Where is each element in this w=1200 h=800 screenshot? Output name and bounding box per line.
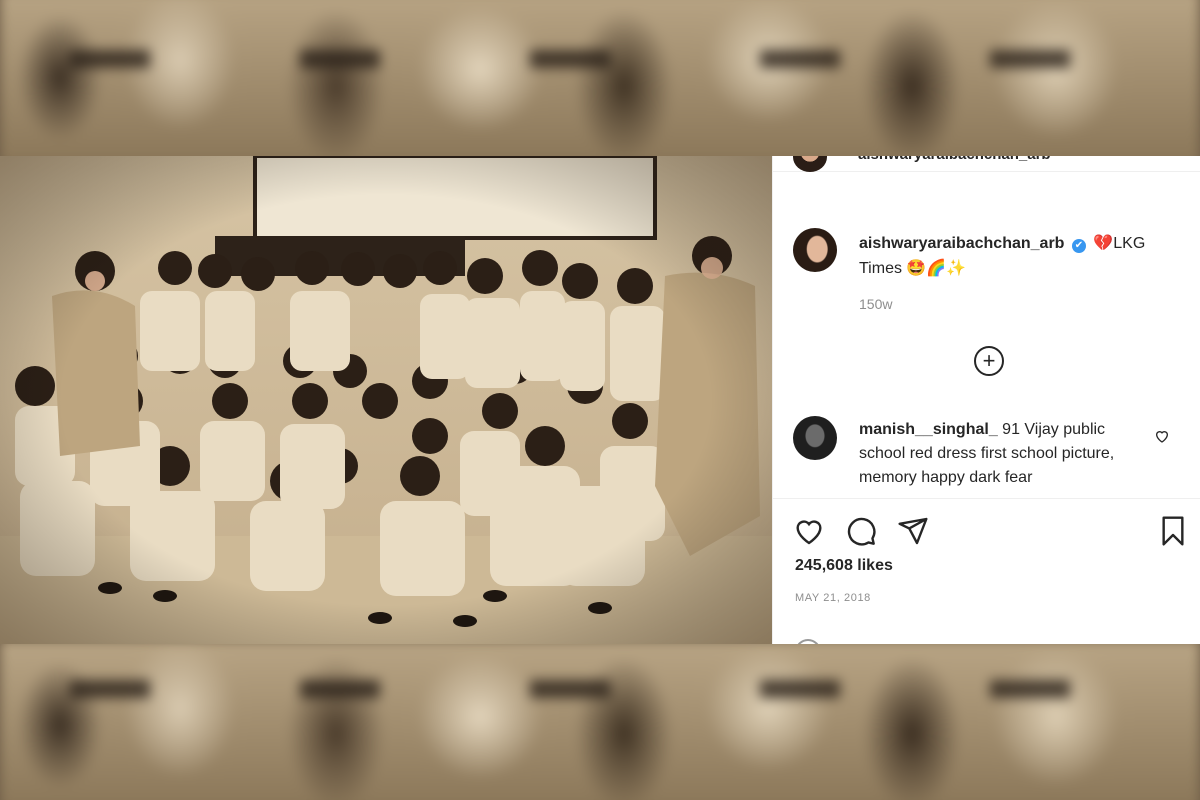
comment-icon[interactable] (845, 515, 877, 547)
add-comment-icon[interactable] (795, 639, 821, 644)
commenter-avatar[interactable] (793, 416, 837, 460)
likes-count[interactable]: 245,608 likes (795, 557, 893, 575)
comment: manish__singhal_ 91 Vijay public school … (859, 418, 1134, 486)
share-icon[interactable] (897, 515, 929, 547)
post-photo[interactable] (0, 156, 772, 644)
bookmark-icon[interactable] (1157, 515, 1189, 547)
author-avatar[interactable] (793, 156, 827, 172)
verified-badge-icon: ✔ (1071, 239, 1086, 253)
post-date: MAY 21, 2018 (795, 592, 871, 604)
class-group-photo (0, 156, 772, 644)
caption-time-ago: 150w (859, 296, 893, 312)
caption-author-avatar[interactable] (793, 228, 837, 272)
author-handle[interactable]: aishwaryaraibachchan_arb (858, 156, 1051, 163)
post-side-panel: aishwaryaraibachchan_arb aishwaryaraibac… (772, 156, 1200, 644)
post-header: aishwaryaraibachchan_arb (773, 156, 1200, 172)
instagram-post-card: aishwaryaraibachchan_arb aishwaryaraibac… (0, 156, 1200, 644)
load-more-comments-button[interactable]: + (974, 346, 1004, 376)
comment-username[interactable]: manish__singhal_ (859, 421, 998, 438)
plus-circle-icon: + (982, 348, 996, 373)
blurred-background-bottom (0, 640, 1200, 800)
caption-username[interactable]: aishwaryaraibachchan_arb (859, 235, 1064, 252)
caption-emoji-prefix: 💔 (1093, 235, 1114, 252)
blurred-background-top (0, 0, 1200, 165)
caption-emoji-suffix: 🤩🌈✨ (906, 260, 967, 277)
post-actions-section: 245,608 likes MAY 21, 2018 (773, 498, 1200, 644)
post-caption: aishwaryaraibachchan_arb ✔ 💔LKG Times 🤩🌈… (859, 231, 1179, 281)
comment-like-heart-icon[interactable] (1154, 428, 1170, 444)
heart-icon[interactable] (793, 515, 825, 547)
